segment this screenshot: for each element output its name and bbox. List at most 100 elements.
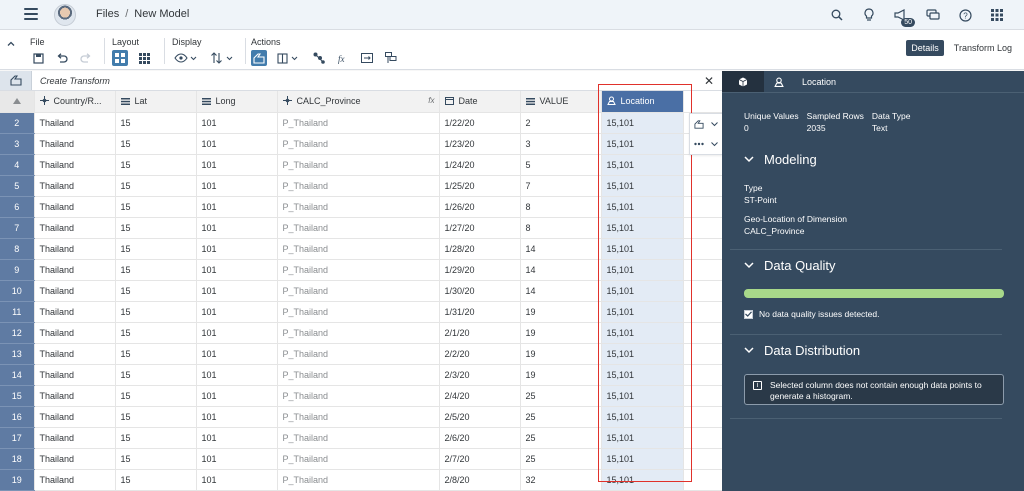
table-cell-long[interactable]: 101 bbox=[196, 133, 278, 155]
table-cell-long[interactable]: 101 bbox=[196, 406, 278, 428]
menu-icon[interactable] bbox=[24, 8, 38, 20]
table-cell-value[interactable]: 8 bbox=[520, 217, 602, 239]
table-row[interactable]: 11 Thailand 15 101 P_Thailand 1/31/20 19 15,101 bbox=[0, 301, 722, 323]
table-cell-lat[interactable]: 15 bbox=[115, 238, 197, 260]
table-cell-lat[interactable]: 15 bbox=[115, 259, 197, 281]
table-row[interactable]: 15 Thailand 15 101 P_Thailand 2/4/20 25 15,101 bbox=[0, 385, 722, 407]
table-cell-date[interactable]: 1/25/20 bbox=[439, 175, 521, 197]
table-cell-date[interactable]: 2/8/20 bbox=[439, 469, 521, 491]
table-cell-loc[interactable]: 15,101 bbox=[601, 217, 684, 239]
table-cell-country[interactable]: Thailand bbox=[34, 469, 116, 491]
table-cell-value[interactable]: 19 bbox=[520, 343, 602, 365]
megaphone-icon[interactable]: 50 bbox=[892, 6, 915, 27]
table-cell-loc[interactable]: 15,101 bbox=[601, 343, 684, 365]
table-cell-prov[interactable]: P_Thailand bbox=[277, 364, 440, 386]
table-cell-value[interactable]: 14 bbox=[520, 280, 602, 302]
table-row[interactable]: 10 Thailand 15 101 P_Thailand 1/30/20 14 15,101 bbox=[0, 280, 722, 302]
table-cell-date[interactable]: 1/28/20 bbox=[439, 238, 521, 260]
table-cell-country[interactable]: Thailand bbox=[34, 322, 116, 344]
data-distribution-section-header[interactable]: Data Distribution bbox=[744, 343, 860, 358]
row-number[interactable]: 3 bbox=[0, 133, 35, 155]
collapse-toolbar-icon[interactable] bbox=[6, 39, 16, 49]
table-cell-country[interactable]: Thailand bbox=[34, 238, 116, 260]
table-cell-value[interactable]: 25 bbox=[520, 427, 602, 449]
table-cell-value[interactable]: 19 bbox=[520, 364, 602, 386]
table-cell-country[interactable]: Thailand bbox=[34, 385, 116, 407]
row-number[interactable]: 18 bbox=[0, 448, 35, 470]
table-cell-loc[interactable]: 15,101 bbox=[601, 427, 684, 449]
row-number[interactable]: 2 bbox=[0, 112, 35, 134]
table-cell-long[interactable]: 101 bbox=[196, 448, 278, 470]
table-cell-lat[interactable]: 15 bbox=[115, 469, 197, 491]
table-cell-country[interactable]: Thailand bbox=[34, 406, 116, 428]
table-cell-prov[interactable]: P_Thailand bbox=[277, 322, 440, 344]
table-row[interactable]: 13 Thailand 15 101 P_Thailand 2/2/20 19 15,101 bbox=[0, 343, 722, 365]
table-cell-lat[interactable]: 15 bbox=[115, 427, 197, 449]
table-cell-long[interactable]: 101 bbox=[196, 469, 278, 491]
save-icon[interactable] bbox=[30, 50, 46, 66]
table-cell-country[interactable]: Thailand bbox=[34, 448, 116, 470]
table-cell-value[interactable]: 25 bbox=[520, 406, 602, 428]
split-column-icon[interactable] bbox=[359, 50, 375, 66]
table-cell-long[interactable]: 101 bbox=[196, 217, 278, 239]
table-cell-date[interactable]: 1/30/20 bbox=[439, 280, 521, 302]
table-cell-date[interactable]: 1/29/20 bbox=[439, 259, 521, 281]
row-number[interactable]: 13 bbox=[0, 343, 35, 365]
table-cell-prov[interactable]: P_Thailand bbox=[277, 154, 440, 176]
table-row[interactable]: 2 Thailand 15 101 P_Thailand 1/22/20 2 15,101 bbox=[0, 112, 722, 134]
lightbulb-icon[interactable] bbox=[860, 6, 878, 24]
column-dropdown-icon[interactable] bbox=[275, 50, 303, 66]
more-options-dropdown[interactable] bbox=[690, 134, 722, 154]
help-icon[interactable]: ? bbox=[956, 6, 974, 24]
table-cell-prov[interactable]: P_Thailand bbox=[277, 238, 440, 260]
table-view-icon[interactable] bbox=[136, 50, 152, 66]
table-cell-date[interactable]: 1/22/20 bbox=[439, 112, 521, 134]
table-cell-value[interactable]: 25 bbox=[520, 448, 602, 470]
table-row[interactable]: 3 Thailand 15 101 P_Thailand 1/23/20 3 15,101 bbox=[0, 133, 722, 155]
table-row[interactable]: 16 Thailand 15 101 P_Thailand 2/5/20 25 15,101 bbox=[0, 406, 722, 428]
table-cell-prov[interactable]: P_Thailand bbox=[277, 406, 440, 428]
table-cell-prov[interactable]: P_Thailand bbox=[277, 448, 440, 470]
table-cell-prov[interactable]: P_Thailand bbox=[277, 301, 440, 323]
table-cell-long[interactable]: 101 bbox=[196, 196, 278, 218]
table-cell-date[interactable]: 1/27/20 bbox=[439, 217, 521, 239]
row-number[interactable]: 8 bbox=[0, 238, 35, 260]
table-cell-country[interactable]: Thailand bbox=[34, 427, 116, 449]
table-cell-country[interactable]: Thailand bbox=[34, 343, 116, 365]
table-cell-prov[interactable]: P_Thailand bbox=[277, 469, 440, 491]
row-number[interactable]: 5 bbox=[0, 175, 35, 197]
table-cell-loc[interactable]: 15,101 bbox=[601, 406, 684, 428]
table-cell-value[interactable]: 7 bbox=[520, 175, 602, 197]
table-cell-lat[interactable]: 15 bbox=[115, 385, 197, 407]
table-cell-lat[interactable]: 15 bbox=[115, 448, 197, 470]
formula-icon[interactable]: fx bbox=[335, 50, 351, 66]
row-number[interactable]: 11 bbox=[0, 301, 35, 323]
table-cell-date[interactable]: 2/4/20 bbox=[439, 385, 521, 407]
table-row[interactable]: 4 Thailand 15 101 P_Thailand 1/24/20 5 15,101 bbox=[0, 154, 722, 176]
table-cell-prov[interactable]: P_Thailand bbox=[277, 343, 440, 365]
table-cell-long[interactable]: 101 bbox=[196, 238, 278, 260]
table-cell-long[interactable]: 101 bbox=[196, 112, 278, 134]
modeling-section-header[interactable]: Modeling bbox=[744, 152, 817, 167]
table-row[interactable]: 7 Thailand 15 101 P_Thailand 1/27/20 8 15,101 bbox=[0, 217, 722, 239]
table-cell-lat[interactable]: 15 bbox=[115, 280, 197, 302]
table-row[interactable]: 8 Thailand 15 101 P_Thailand 1/28/20 14 15,101 bbox=[0, 238, 722, 260]
table-cell-long[interactable]: 101 bbox=[196, 280, 278, 302]
table-row[interactable]: 5 Thailand 15 101 P_Thailand 1/25/20 7 15,101 bbox=[0, 175, 722, 197]
table-cell-loc[interactable]: 15,101 bbox=[601, 280, 684, 302]
table-cell-lat[interactable]: 15 bbox=[115, 406, 197, 428]
table-cell-prov[interactable]: P_Thailand bbox=[277, 133, 440, 155]
table-row[interactable]: 9 Thailand 15 101 P_Thailand 1/29/20 14 15,101 bbox=[0, 259, 722, 281]
column-header-long[interactable]: Long bbox=[196, 91, 278, 113]
table-cell-loc[interactable]: 15,101 bbox=[601, 364, 684, 386]
table-cell-lat[interactable]: 15 bbox=[115, 112, 197, 134]
table-cell-loc[interactable]: 15,101 bbox=[601, 112, 684, 134]
row-number[interactable]: 16 bbox=[0, 406, 35, 428]
table-cell-loc[interactable]: 15,101 bbox=[601, 238, 684, 260]
table-cell-lat[interactable]: 15 bbox=[115, 343, 197, 365]
row-number[interactable]: 4 bbox=[0, 154, 35, 176]
table-cell-prov[interactable]: P_Thailand bbox=[277, 217, 440, 239]
table-cell-loc[interactable]: 15,101 bbox=[601, 448, 684, 470]
table-cell-country[interactable]: Thailand bbox=[34, 133, 116, 155]
column-header-calc-province[interactable]: CALC_Province fx bbox=[277, 91, 440, 113]
